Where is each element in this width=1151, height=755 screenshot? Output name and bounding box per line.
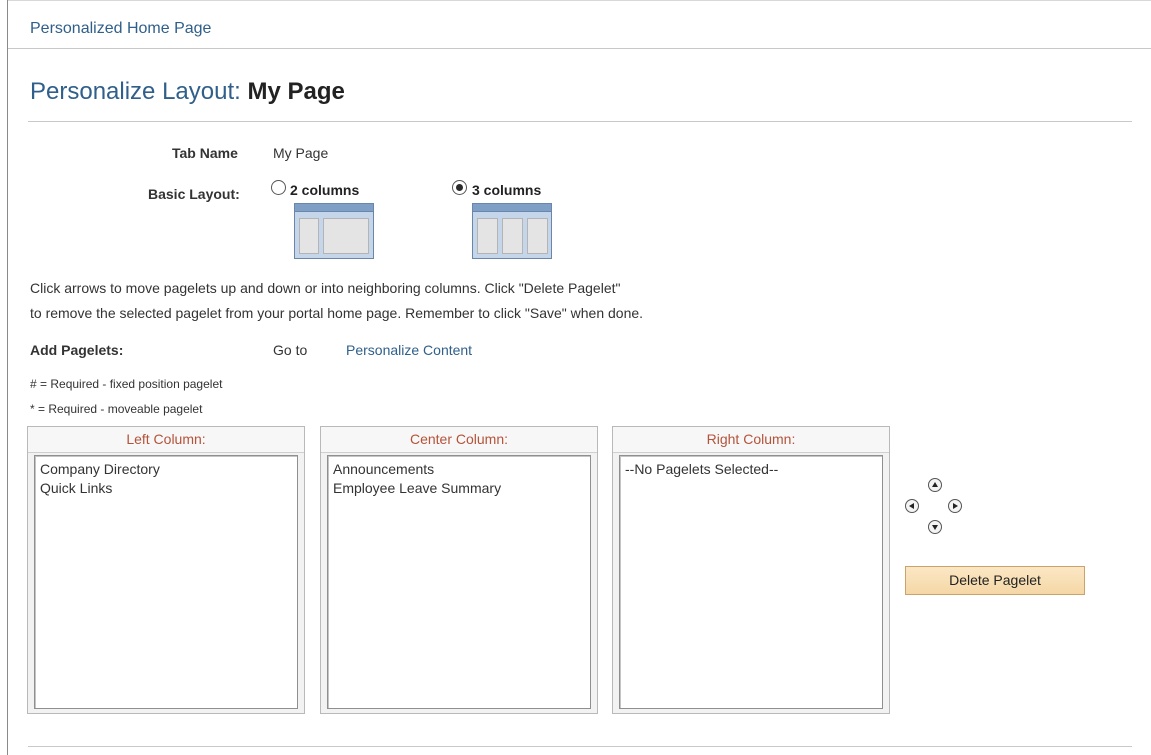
- list-item[interactable]: Employee Leave Summary: [333, 479, 585, 498]
- breadcrumb[interactable]: Personalized Home Page: [30, 20, 211, 38]
- left-column-header: Left Column:: [28, 427, 304, 453]
- instructions-line-2: to remove the selected pagelet from your…: [30, 305, 644, 321]
- page-title: Personalize Layout: My Page: [30, 78, 345, 106]
- legend-moveable: * = Required - moveable pagelet: [30, 402, 203, 416]
- tab-name-value: My Page: [273, 145, 329, 161]
- list-item[interactable]: Announcements: [333, 460, 585, 479]
- add-pagelets-label: Add Pagelets:: [30, 342, 124, 358]
- basic-layout-label: Basic Layout:: [148, 186, 240, 202]
- legend-fixed: # = Required - fixed position pagelet: [30, 377, 223, 391]
- window-frame-left: [0, 0, 8, 755]
- center-column-panel: Center Column: Announcements Employee Le…: [320, 426, 598, 714]
- personalize-content-link[interactable]: Personalize Content: [346, 342, 472, 358]
- two-columns-radio[interactable]: [271, 180, 286, 195]
- layout-header-bar: [473, 204, 551, 212]
- three-columns-radio[interactable]: [452, 180, 467, 195]
- left-column-panel: Left Column: Company Directory Quick Lin…: [27, 426, 305, 714]
- two-columns-label[interactable]: 2 columns: [290, 182, 359, 198]
- right-column-panel: Right Column: --No Pagelets Selected--: [612, 426, 890, 714]
- tab-name-label: Tab Name: [172, 145, 238, 161]
- three-column-layout-icon[interactable]: [472, 203, 552, 259]
- layout-column: [299, 218, 319, 254]
- move-down-icon[interactable]: [928, 520, 942, 534]
- move-right-icon[interactable]: [948, 499, 962, 513]
- list-item[interactable]: Quick Links: [40, 479, 292, 498]
- three-columns-label[interactable]: 3 columns: [472, 182, 541, 198]
- center-column-listbox[interactable]: Announcements Employee Leave Summary: [327, 455, 591, 709]
- go-to-label: Go to: [273, 342, 308, 358]
- page-title-prefix: Personalize Layout:: [30, 78, 241, 105]
- layout-header-bar: [295, 204, 373, 212]
- bottom-divider: [28, 746, 1132, 747]
- breadcrumb-divider: [8, 48, 1151, 49]
- right-column-header: Right Column:: [613, 427, 889, 453]
- layout-column: [323, 218, 369, 254]
- layout-column: [527, 218, 548, 254]
- two-column-layout-icon[interactable]: [294, 203, 374, 259]
- delete-pagelet-button[interactable]: Delete Pagelet: [905, 566, 1085, 595]
- radio-selected-dot: [456, 184, 463, 191]
- left-column-listbox[interactable]: Company Directory Quick Links: [34, 455, 298, 709]
- list-item[interactable]: --No Pagelets Selected--: [625, 460, 877, 479]
- instructions-line-1: Click arrows to move pagelets up and dow…: [30, 280, 621, 296]
- right-column-listbox[interactable]: --No Pagelets Selected--: [619, 455, 883, 709]
- center-column-header: Center Column:: [321, 427, 597, 453]
- window-frame-top: [8, 0, 1151, 6]
- title-divider: [28, 121, 1132, 122]
- move-up-icon[interactable]: [928, 478, 942, 492]
- list-item[interactable]: Company Directory: [40, 460, 292, 479]
- layout-column: [477, 218, 498, 254]
- page-title-name: My Page: [247, 78, 345, 105]
- move-left-icon[interactable]: [905, 499, 919, 513]
- layout-column: [502, 218, 523, 254]
